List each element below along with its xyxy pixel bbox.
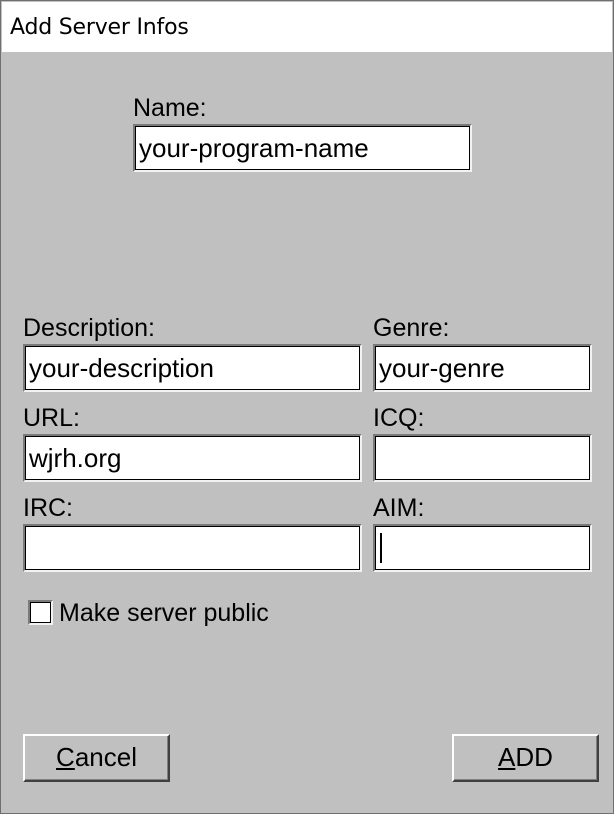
cancel-button[interactable]: Cancel <box>23 734 170 782</box>
cancel-mnemonic: C <box>56 742 75 772</box>
add-server-dialog: Add Server Infos Name: your-program-name… <box>0 0 614 814</box>
name-value: your-program-name <box>139 133 369 163</box>
icq-label: ICQ: <box>373 404 425 432</box>
cancel-button-label: Cancel <box>56 743 137 771</box>
add-button[interactable]: ADD <box>452 734 599 782</box>
window-title: Add Server Infos <box>10 15 189 40</box>
add-button-label: ADD <box>498 743 553 771</box>
description-value: your-description <box>29 353 214 383</box>
url-value: wjrh.org <box>29 443 122 473</box>
aim-field[interactable] <box>373 524 592 572</box>
genre-label: Genre: <box>373 314 450 342</box>
add-rest: DD <box>515 742 553 772</box>
url-label: URL: <box>23 404 80 432</box>
irc-label: IRC: <box>23 494 73 522</box>
make-public-checkbox[interactable] <box>28 600 53 625</box>
irc-field[interactable] <box>23 524 362 572</box>
description-label: Description: <box>23 314 155 342</box>
text-caret <box>380 533 382 563</box>
cancel-rest: ancel <box>74 742 137 772</box>
make-public-label[interactable]: Make server public <box>59 599 269 627</box>
name-label: Name: <box>133 94 207 122</box>
title-bar: Add Server Infos <box>2 2 612 52</box>
description-field[interactable]: your-description <box>23 344 362 392</box>
name-field[interactable]: your-program-name <box>133 124 472 172</box>
url-field[interactable]: wjrh.org <box>23 434 362 482</box>
genre-value: your-genre <box>379 353 505 383</box>
aim-label: AIM: <box>373 494 425 522</box>
icq-field[interactable] <box>373 434 592 482</box>
add-mnemonic: A <box>498 742 516 772</box>
genre-field[interactable]: your-genre <box>373 344 592 392</box>
